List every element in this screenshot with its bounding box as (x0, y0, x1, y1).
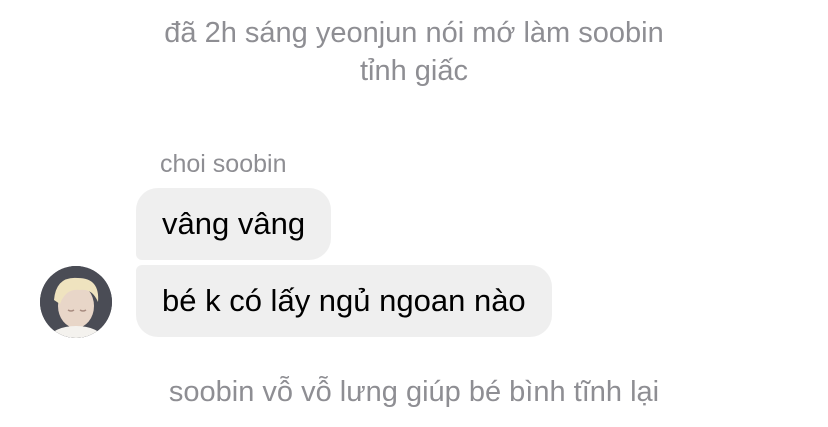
narration-top-line-2: tỉnh giấc (359, 55, 468, 87)
avatar[interactable] (40, 266, 112, 338)
narration-top: đã 2h sáng yeonjun nói mớ làm soobin tỉn… (0, 14, 828, 90)
message-bubble[interactable]: bé k có lấy ngủ ngoan nào (136, 265, 552, 337)
message-text: bé k có lấy ngủ ngoan nào (162, 283, 526, 318)
sender-name: choi soobin (160, 150, 287, 178)
narration-top-line-1: đã 2h sáng yeonjun nói mớ làm soobin (164, 17, 664, 49)
narration-bottom: soobin vỗ vỗ lưng giúp bé bình tĩnh lại (168, 376, 660, 408)
avatar-image (40, 266, 112, 338)
message-text: vâng vâng (162, 206, 306, 241)
message-bubble[interactable]: vâng vâng (136, 188, 332, 260)
